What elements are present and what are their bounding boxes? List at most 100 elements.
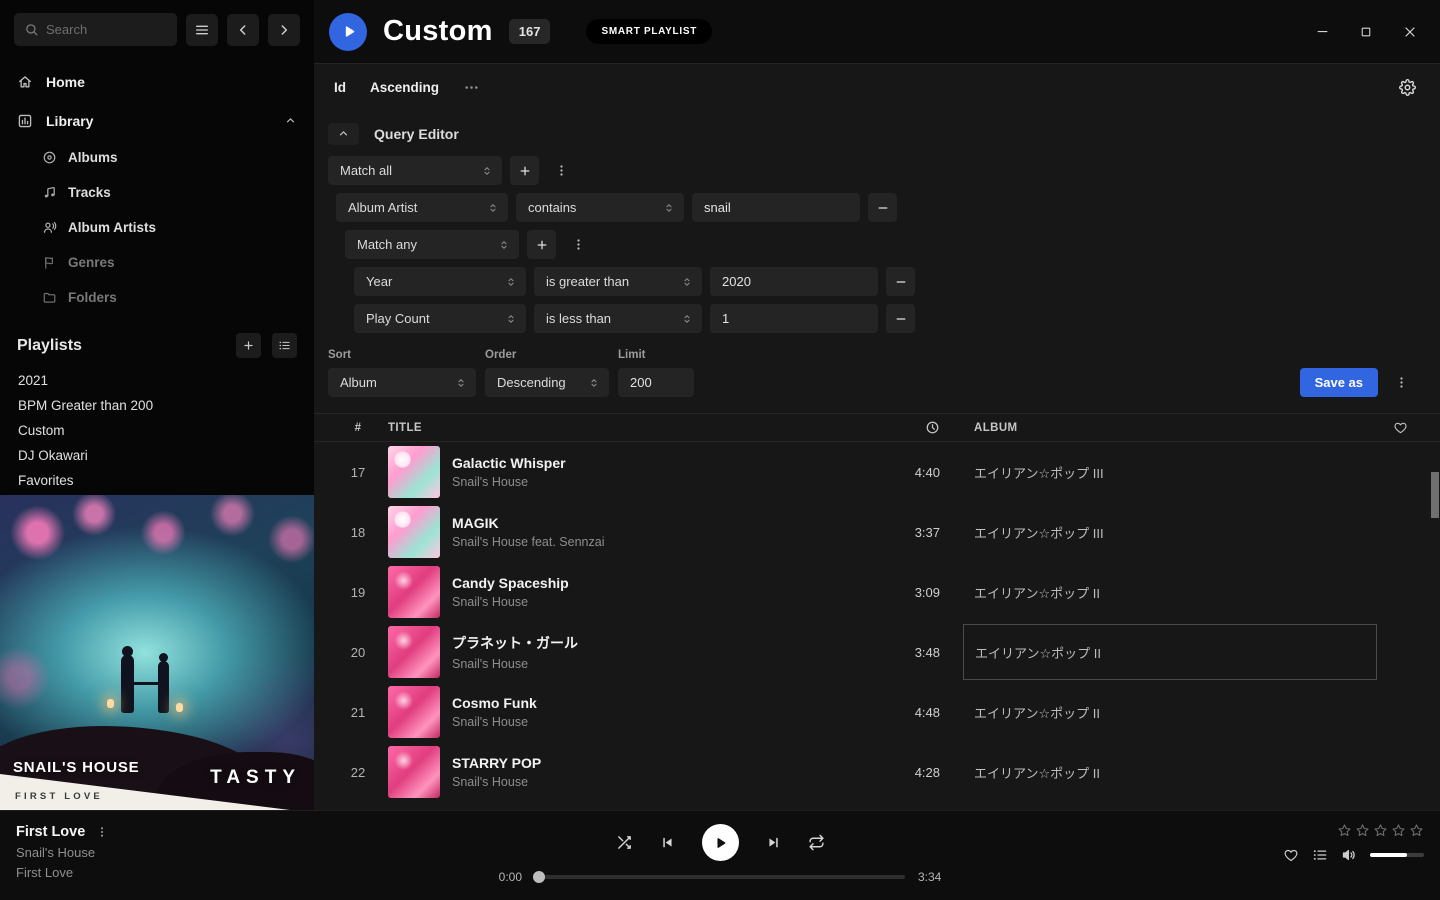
add-rule-button[interactable]	[527, 230, 556, 259]
star-icon[interactable]	[1373, 823, 1388, 838]
playlist-item[interactable]: Custom	[0, 418, 314, 443]
column-header-number[interactable]: #	[328, 422, 388, 434]
group-options-button[interactable]	[547, 156, 576, 185]
shuffle-button[interactable]	[616, 834, 633, 851]
column-header-title[interactable]: TITLE	[388, 422, 866, 434]
save-options-button[interactable]	[1387, 368, 1416, 397]
sidebar-item-albums[interactable]: Albums	[0, 140, 314, 175]
track-artist[interactable]: Snail's House	[452, 595, 866, 609]
rule-operator-select[interactable]: is less than	[534, 304, 702, 333]
album-art-thumbnail[interactable]	[388, 626, 440, 678]
track-row[interactable]: 21 Cosmo Funk Snail's House 4:48 エイリアン☆ポ…	[314, 682, 1440, 742]
match-type-select[interactable]: Match all	[328, 156, 502, 185]
now-playing-album[interactable]: First Love	[16, 865, 109, 880]
rule-operator-select[interactable]: is greater than	[534, 267, 702, 296]
sort-field-control[interactable]: Id	[334, 80, 346, 95]
star-icon[interactable]	[1355, 823, 1370, 838]
track-artist[interactable]: Snail's House	[452, 475, 866, 489]
remove-rule-button[interactable]	[886, 267, 915, 296]
now-playing-artist[interactable]: Snail's House	[16, 845, 109, 860]
track-artist[interactable]: Snail's House	[452, 657, 866, 671]
play-playlist-button[interactable]	[329, 13, 367, 51]
limit-input[interactable]	[618, 368, 694, 397]
chevron-up-icon[interactable]	[284, 114, 297, 127]
maximize-button[interactable]	[1358, 24, 1374, 40]
track-album-cell[interactable]: エイリアン☆ポップ II	[946, 562, 1378, 622]
vertical-scrollbar-thumb[interactable]	[1431, 472, 1439, 518]
now-playing-options-button[interactable]	[95, 825, 109, 839]
sidebar-item-tracks[interactable]: Tracks	[0, 175, 314, 210]
rule-field-select[interactable]: Year	[354, 267, 526, 296]
rule-field-select[interactable]: Play Count	[354, 304, 526, 333]
order-select[interactable]: Descending	[485, 368, 609, 397]
album-art-thumbnail[interactable]	[388, 686, 440, 738]
more-options-button[interactable]	[463, 79, 480, 96]
rule-value-input[interactable]	[692, 193, 860, 222]
close-button[interactable]	[1402, 24, 1418, 40]
column-header-favorite[interactable]	[1378, 420, 1422, 435]
previous-track-button[interactable]	[660, 835, 675, 850]
star-icon[interactable]	[1391, 823, 1406, 838]
column-header-duration[interactable]	[866, 420, 946, 435]
volume-button[interactable]	[1341, 847, 1357, 863]
remove-rule-button[interactable]	[886, 304, 915, 333]
track-row[interactable]: 20 プラネット・ガール Snail's House 3:48 エイリアン☆ポッ…	[314, 622, 1440, 682]
playlist-item[interactable]: Favorites	[0, 468, 314, 493]
save-as-button[interactable]: Save as	[1300, 368, 1378, 397]
volume-slider[interactable]	[1370, 853, 1424, 857]
settings-button[interactable]	[1399, 79, 1416, 96]
sort-order-control[interactable]: Ascending	[370, 80, 439, 95]
playlist-item[interactable]: BPM Greater than 200	[0, 393, 314, 418]
album-art-thumbnail[interactable]	[388, 746, 440, 798]
track-album-cell-focused[interactable]: エイリアン☆ポップ II	[946, 622, 1378, 682]
sidebar-item-folders[interactable]: Folders	[0, 280, 314, 315]
sidebar-item-home[interactable]: Home	[0, 62, 314, 101]
album-art-thumbnail[interactable]	[388, 566, 440, 618]
track-row[interactable]: 19 Candy Spaceship Snail's House 3:09 エイ…	[314, 562, 1440, 622]
track-album-cell[interactable]: エイリアン☆ポップ III	[946, 502, 1378, 562]
rule-operator-select[interactable]: contains	[516, 193, 684, 222]
group-options-button[interactable]	[564, 230, 593, 259]
add-playlist-button[interactable]	[236, 333, 261, 358]
remove-rule-button[interactable]	[868, 193, 897, 222]
sidebar-item-library[interactable]: Library	[0, 101, 314, 140]
add-rule-button[interactable]	[510, 156, 539, 185]
track-row[interactable]: 18 MAGIK Snail's House feat. Sennzai 3:3…	[314, 502, 1440, 562]
seek-slider-thumb[interactable]	[533, 871, 545, 883]
album-art-thumbnail[interactable]	[388, 446, 440, 498]
track-row[interactable]: 17 Galactic Whisper Snail's House 4:40 エ…	[314, 442, 1440, 502]
sidebar-item-genres[interactable]: Genres	[0, 245, 314, 280]
album-art-thumbnail[interactable]	[388, 506, 440, 558]
minimize-button[interactable]	[1314, 24, 1330, 40]
search-box[interactable]	[14, 13, 177, 46]
play-pause-button[interactable]	[702, 824, 739, 861]
track-artist[interactable]: Snail's House	[452, 715, 866, 729]
star-icon[interactable]	[1409, 823, 1424, 838]
menu-button[interactable]	[186, 14, 218, 46]
nav-forward-button[interactable]	[268, 14, 300, 46]
match-type-select[interactable]: Match any	[345, 230, 519, 259]
track-artist[interactable]: Snail's House feat. Sennzai	[452, 535, 866, 549]
favorite-button[interactable]	[1283, 847, 1299, 863]
sidebar-item-album-artists[interactable]: Album Artists	[0, 210, 314, 245]
repeat-button[interactable]	[808, 834, 825, 851]
track-album-cell[interactable]: エイリアン☆ポップ II	[946, 742, 1378, 802]
sort-select[interactable]: Album	[328, 368, 476, 397]
track-album-cell[interactable]: エイリアン☆ポップ III	[946, 442, 1378, 502]
next-track-button[interactable]	[766, 835, 781, 850]
track-album-cell[interactable]: エイリアン☆ポップ II	[946, 682, 1378, 742]
seek-slider[interactable]	[535, 875, 905, 879]
rule-value-input[interactable]	[710, 304, 878, 333]
now-playing-album-art[interactable]: SNAIL'S HOUSE FIRST LOVE TASTY	[0, 495, 314, 810]
playlist-item[interactable]: 2021	[0, 368, 314, 393]
nav-back-button[interactable]	[227, 14, 259, 46]
queue-button[interactable]	[1312, 847, 1328, 863]
column-header-album[interactable]: ALBUM	[946, 422, 1378, 434]
rule-field-select[interactable]: Album Artist	[336, 193, 508, 222]
playlist-list-button[interactable]	[272, 333, 297, 358]
track-row[interactable]: 22 STARRY POP Snail's House 4:28 エイリアン☆ポ…	[314, 742, 1440, 802]
star-icon[interactable]	[1337, 823, 1352, 838]
track-artist[interactable]: Snail's House	[452, 775, 866, 789]
rule-value-input[interactable]	[710, 267, 878, 296]
collapse-query-editor-button[interactable]	[328, 123, 359, 145]
